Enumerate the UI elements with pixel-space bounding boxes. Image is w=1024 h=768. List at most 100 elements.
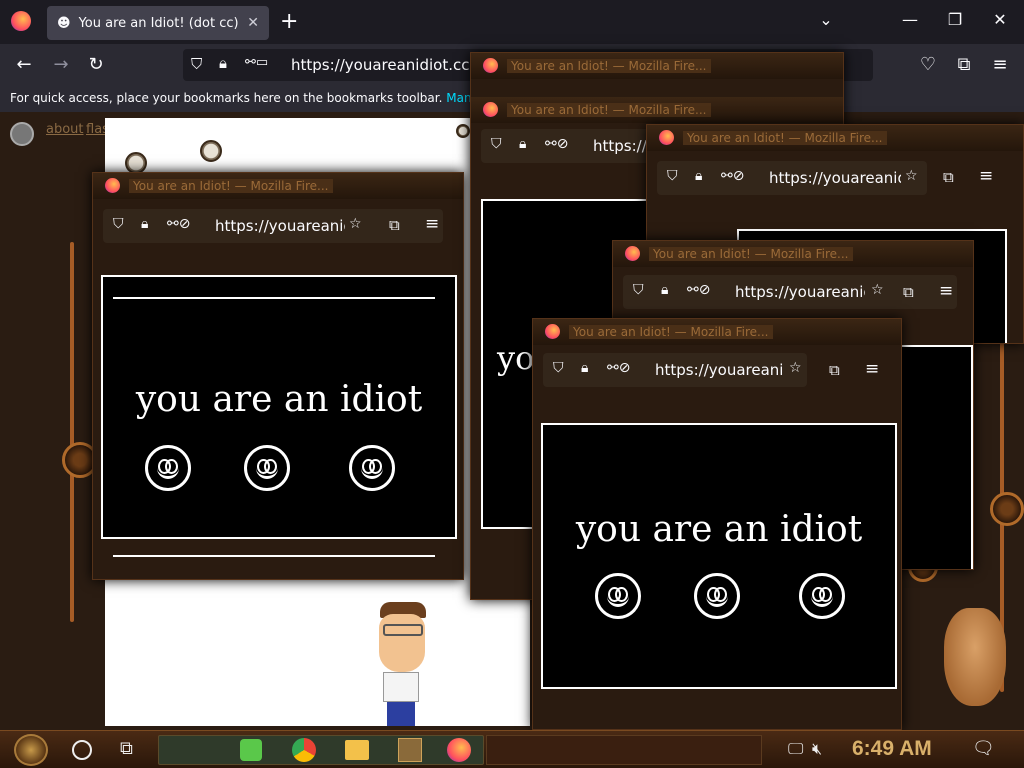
tab-title: You are an Idiot! (dot cc) <box>78 15 239 31</box>
smiley-icon <box>349 445 395 491</box>
extensions-icon[interactable]: ⧉ <box>389 216 400 234</box>
taskbar: ⧉ 🖵 🔇︎ 6:49 AM 🗨 <box>0 730 1024 768</box>
firefox-icon <box>483 102 498 117</box>
notification-icon[interactable]: 🗨 <box>972 738 1000 766</box>
file-explorer-icon[interactable] <box>345 740 369 760</box>
speaker-muted-icon[interactable] <box>10 122 34 146</box>
gauge-decoration <box>125 152 147 174</box>
lock-icon: 🔒︎ <box>141 216 149 232</box>
back-button[interactable]: ← <box>13 54 35 76</box>
maximize-button[interactable]: ❐ <box>943 10 967 29</box>
popup-titlebar[interactable]: You are an Idiot! — Mozilla Fire... <box>471 53 843 79</box>
smiley-icon <box>694 573 740 619</box>
permissions-icon: ⚯⊘ <box>607 360 631 376</box>
permissions-icon: ⚯⊘ <box>167 216 191 232</box>
popup-content: you are an idiot <box>101 275 457 557</box>
menu-icon[interactable]: ≡ <box>865 359 879 379</box>
popup-title: You are an Idiot! — Mozilla Fire... <box>507 59 711 73</box>
popup-url-text: https://youareanidio <box>655 361 783 379</box>
taskbar-clock[interactable]: 6:49 AM <box>852 737 932 761</box>
permissions-icon: ⚯⊘ <box>687 282 711 298</box>
lock-icon[interactable]: 🔒︎ <box>219 54 227 72</box>
extensions-icon[interactable]: ⧉ <box>943 168 954 186</box>
popup-titlebar[interactable]: You are an Idiot! — Mozilla Fire... <box>471 97 843 123</box>
tab-bar: ☻ You are an Idiot! (dot cc) ✕ + ⌄ — ❐ ✕ <box>0 0 1024 44</box>
popup-title: You are an Idiot! — Mozilla Fire... <box>129 179 333 193</box>
minimize-button[interactable]: — <box>898 10 922 29</box>
extensions-icon[interactable]: ⧉ <box>903 283 914 301</box>
permissions-icon[interactable]: ⚯▭ <box>245 55 268 70</box>
shield-icon: ⛉ <box>667 168 678 184</box>
taskbar-empty-area <box>486 735 762 765</box>
popup-titlebar[interactable]: You are an Idiot! — Mozilla Fire... <box>647 125 1023 151</box>
idiot-message: you are an idiot <box>135 379 423 420</box>
firefox-icon <box>483 58 498 73</box>
popup-title: You are an Idiot! — Mozilla Fire... <box>683 131 887 145</box>
tab-youareanidiot[interactable]: ☻ You are an Idiot! (dot cc) ✕ <box>47 6 269 40</box>
close-tab-icon[interactable]: ✕ <box>247 15 259 31</box>
popup-titlebar[interactable]: You are an Idiot! — Mozilla Fire... <box>93 173 463 199</box>
permissions-icon: ⚯⊘ <box>545 136 569 152</box>
menu-icon[interactable]: ≡ <box>425 214 439 234</box>
firefox-icon[interactable] <box>11 11 31 31</box>
smiley-favicon-icon: ☻ <box>57 15 71 31</box>
close-window-button[interactable]: ✕ <box>988 10 1012 29</box>
bookmarks-hint: For quick access, place your bookmarks h… <box>10 91 443 105</box>
popup-content: you are an idiot <box>541 423 897 689</box>
smiley-icon <box>799 573 845 619</box>
extensions-icon[interactable]: ⧉ <box>953 54 975 76</box>
new-tab-button[interactable]: + <box>280 9 298 34</box>
star-icon[interactable]: ☆ <box>871 282 884 298</box>
lock-icon: 🔒︎ <box>661 282 669 298</box>
about-link[interactable]: about <box>46 122 84 137</box>
forward-button[interactable]: → <box>50 54 72 76</box>
popup-window[interactable]: You are an Idiot! — Mozilla Fire... ⛉ 🔒︎… <box>532 318 902 730</box>
smiley-icon <box>595 573 641 619</box>
lock-icon: 🔒︎ <box>581 360 589 376</box>
menu-icon[interactable]: ≡ <box>939 281 953 301</box>
extensions-icon[interactable]: ⧉ <box>829 361 840 379</box>
popup-title: You are an Idiot! — Mozilla Fire... <box>507 103 711 117</box>
popup-titlebar[interactable]: You are an Idiot! — Mozilla Fire... <box>613 241 973 267</box>
lock-icon: 🔒︎ <box>695 168 703 184</box>
popup-title: You are an Idiot! — Mozilla Fire... <box>569 325 773 339</box>
shield-icon: ⛉ <box>553 360 564 376</box>
popup-url-bar[interactable]: ⛉ 🔒︎ ⚯⊘ https://youareanidio ☆ <box>657 161 927 195</box>
task-view-icon[interactable]: ⧉ <box>120 738 148 766</box>
menu-icon[interactable]: ≡ <box>989 54 1011 76</box>
menu-icon[interactable]: ≡ <box>979 166 993 186</box>
gauge-decoration <box>456 124 470 138</box>
firefox-icon <box>105 178 120 193</box>
smiley-icon <box>244 445 290 491</box>
popup-url-text: https://youareanidio <box>769 169 901 187</box>
star-icon[interactable]: ☆ <box>349 216 362 232</box>
shield-icon: ⛉ <box>113 216 124 232</box>
volume-muted-icon[interactable]: 🔇︎ <box>812 739 840 767</box>
search-icon[interactable] <box>72 740 92 760</box>
pocket-icon[interactable]: ♡ <box>917 54 939 76</box>
hamster-image <box>944 608 1006 706</box>
shield-icon: ⛉ <box>491 136 502 152</box>
firefox-icon[interactable] <box>447 738 471 762</box>
start-button[interactable] <box>14 734 48 766</box>
tab-list-chevron-icon[interactable]: ⌄ <box>814 10 838 29</box>
permissions-icon: ⚯⊘ <box>721 168 745 184</box>
reload-button[interactable]: ↻ <box>85 54 107 76</box>
popup-url-text: https://youareanidio <box>735 283 865 301</box>
firefox-icon <box>659 130 674 145</box>
popup-url-bar[interactable]: ⛉ 🔒︎ ⚯⊘ https://youareanidio ☆ <box>543 353 807 387</box>
star-icon[interactable]: ☆ <box>905 168 918 184</box>
popup-url-text: https:// <box>593 137 647 155</box>
firefox-icon <box>545 324 560 339</box>
chrome-icon[interactable] <box>292 738 316 762</box>
game-app-icon[interactable] <box>398 738 422 762</box>
popup-titlebar[interactable]: You are an Idiot! — Mozilla Fire... <box>533 319 901 345</box>
url-text: https://youareanidiot.cc <box>291 56 470 74</box>
popup-window[interactable]: You are an Idiot! — Mozilla Fire... ⛉ 🔒︎… <box>92 172 464 580</box>
popup-url-text: https://youareanidio <box>215 217 345 235</box>
shield-icon[interactable]: ⛉ <box>191 55 202 73</box>
idiot-message: you are an idiot <box>575 509 863 550</box>
smiley-icon <box>145 445 191 491</box>
notes-app-icon[interactable] <box>240 739 262 761</box>
star-icon[interactable]: ☆ <box>789 360 802 376</box>
